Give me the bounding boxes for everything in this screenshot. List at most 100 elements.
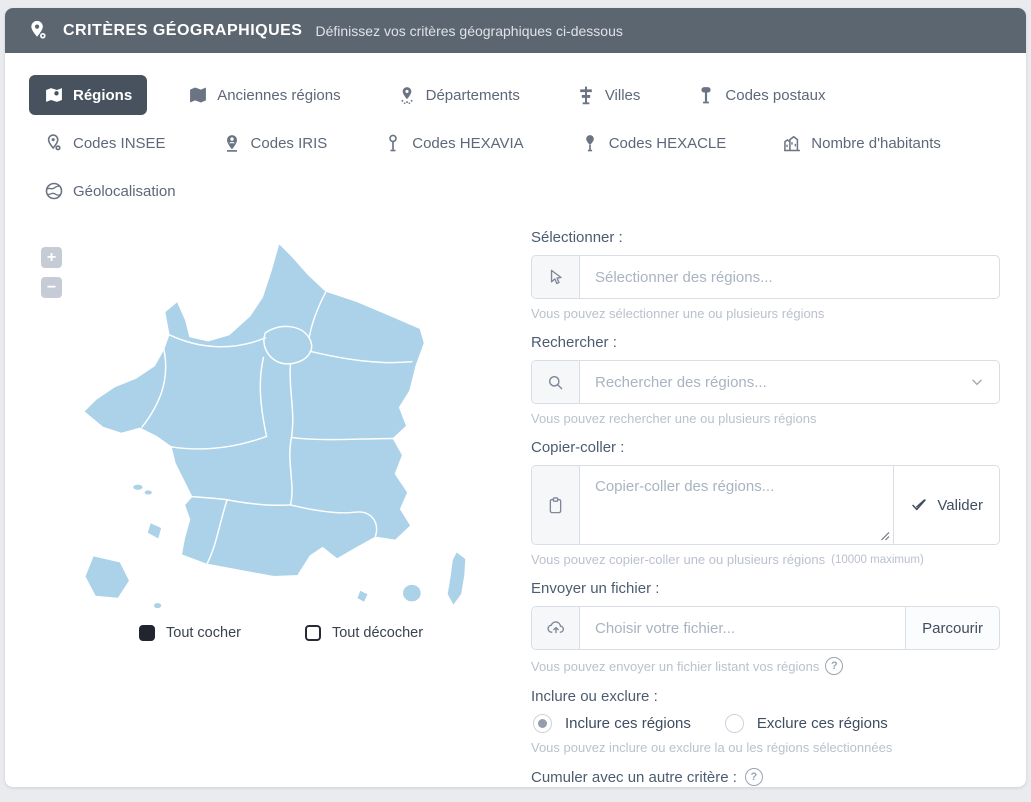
map-zoom-out-button[interactable]: −	[41, 277, 62, 298]
tab-codes-postaux[interactable]: Codes postaux	[681, 75, 840, 115]
radio-unselected-icon[interactable]	[725, 714, 744, 733]
map-check-controls: Tout cocher Tout décocher	[139, 625, 503, 641]
tab-label: Départements	[426, 87, 520, 104]
check-icon	[910, 496, 928, 514]
validate-button-label: Valider	[937, 497, 983, 514]
combine-label: Cumuler avec un autre critère :	[531, 768, 1000, 786]
tab-label: Anciennes régions	[217, 87, 340, 104]
include-option-label: Inclure ces régions	[565, 715, 691, 732]
tab-label: Codes HEXACLE	[609, 135, 727, 152]
upload-section: Envoyer un fichier : Parcourir Vous pouv	[531, 580, 1000, 675]
street-lamp-icon	[383, 133, 403, 153]
paste-help: Vous pouvez copier-coller une ou plusieu…	[531, 552, 1000, 567]
paste-section: Copier-coller :	[531, 439, 1000, 567]
upload-help: Vous pouvez envoyer un fichier listant v…	[531, 657, 1000, 675]
main-content: + −	[5, 215, 1026, 787]
tab-codes-hexavia[interactable]: Codes HEXAVIA	[368, 123, 538, 163]
tab-label: Codes HEXAVIA	[412, 135, 523, 152]
cloud-upload-icon	[532, 607, 580, 649]
include-exclude-options: Inclure ces régions Exclure ces régions	[533, 714, 1000, 733]
clipboard-icon	[532, 466, 580, 544]
select-regions-input[interactable]	[580, 256, 999, 298]
panel-subtitle: Définissez vos critères géographiques ci…	[315, 23, 622, 39]
tab-nombre-habitants[interactable]: Nombre d'habitants	[767, 123, 956, 163]
combine-section: Cumuler avec un autre critère : Vous pou…	[531, 768, 1000, 787]
pointer-icon	[532, 256, 580, 298]
paste-label: Copier-coller :	[531, 439, 1000, 456]
combine-label-text: Cumuler avec un autre critère :	[531, 769, 737, 786]
select-input-group	[531, 255, 1000, 299]
exclude-option-label: Exclure ces régions	[757, 715, 888, 732]
tab-label: Géolocalisation	[73, 183, 176, 200]
tab-geolocalisation[interactable]: Géolocalisation	[29, 171, 191, 211]
pin-stick-icon	[580, 133, 600, 153]
search-label: Rechercher :	[531, 334, 1000, 351]
include-option[interactable]: Inclure ces régions	[533, 714, 691, 733]
resize-handle-icon[interactable]	[880, 531, 890, 541]
uncheck-all-label: Tout décocher	[332, 625, 423, 641]
include-exclude-section: Inclure ou exclure : Inclure ces régions…	[531, 688, 1000, 755]
upload-label: Envoyer un fichier :	[531, 580, 1000, 597]
search-input-group	[531, 360, 1000, 404]
select-section: Sélectionner : Vous pouvez sélectionner …	[531, 229, 1000, 321]
help-question-icon[interactable]	[825, 657, 843, 675]
tab-label: Codes postaux	[725, 87, 825, 104]
folded-map-icon	[188, 85, 208, 105]
pin-dots-icon	[397, 85, 417, 105]
search-section: Rechercher : Vous pouvez rechercher u	[531, 334, 1000, 426]
tab-label: Villes	[605, 87, 641, 104]
tab-codes-iris[interactable]: Codes IRIS	[207, 123, 343, 163]
tab-bar: Régions Anciennes régions Départements	[5, 53, 1026, 215]
upload-help-text: Vous pouvez envoyer un fichier listant v…	[531, 659, 819, 674]
select-label: Sélectionner :	[531, 229, 1000, 246]
paste-help-text: Vous pouvez copier-coller une ou plusieu…	[531, 552, 825, 567]
map-zoom-in-button[interactable]: +	[41, 247, 62, 268]
upload-input-group: Parcourir	[531, 606, 1000, 650]
browse-button[interactable]: Parcourir	[905, 607, 999, 649]
check-all-label: Tout cocher	[166, 625, 241, 641]
search-regions-input[interactable]	[580, 361, 955, 403]
exclude-option[interactable]: Exclure ces régions	[725, 714, 888, 733]
search-help: Vous pouvez rechercher une ou plusieurs …	[531, 411, 1000, 426]
tab-label: Codes IRIS	[251, 135, 328, 152]
combine-question-icon[interactable]	[745, 768, 763, 786]
city-icon	[782, 133, 802, 153]
person-pin-icon	[222, 133, 242, 153]
paste-input-group: Valider	[531, 465, 1000, 545]
tab-label: Codes INSEE	[73, 135, 166, 152]
panel-header: CRITÈRES GÉOGRAPHIQUES Définissez vos cr…	[5, 8, 1026, 53]
validate-button[interactable]: Valider	[893, 466, 999, 544]
tab-departements[interactable]: Départements	[382, 75, 535, 115]
uncheck-all-control[interactable]: Tout décocher	[305, 625, 423, 641]
select-help: Vous pouvez sélectionner une ou plusieur…	[531, 306, 1000, 321]
tab-anciennes-regions[interactable]: Anciennes régions	[173, 75, 355, 115]
include-exclude-label: Inclure ou exclure :	[531, 688, 1000, 705]
tab-villes[interactable]: Villes	[561, 75, 656, 115]
tab-regions[interactable]: Régions	[29, 75, 147, 115]
tab-codes-hexacle[interactable]: Codes HEXACLE	[565, 123, 742, 163]
globe-icon	[44, 181, 64, 201]
tab-label: Régions	[73, 87, 132, 104]
radio-selected-icon[interactable]	[533, 714, 552, 733]
geo-criteria-panel: CRITÈRES GÉOGRAPHIQUES Définissez vos cr…	[5, 8, 1026, 787]
signpost-icon	[576, 85, 596, 105]
browse-button-label: Parcourir	[922, 620, 983, 637]
france-map[interactable]	[61, 233, 497, 617]
map-icon	[44, 85, 64, 105]
paste-regions-textarea[interactable]	[580, 466, 893, 544]
criteria-form: Sélectionner : Vous pouvez sélectionner …	[503, 221, 1000, 787]
map-pin-gear-icon	[27, 19, 50, 42]
file-input[interactable]	[580, 607, 905, 649]
include-exclude-help: Vous pouvez inclure ou exclure la ou les…	[531, 740, 1000, 755]
check-all-control[interactable]: Tout cocher	[139, 625, 241, 641]
tab-codes-insee[interactable]: Codes INSEE	[29, 123, 181, 163]
chevron-down-icon[interactable]	[955, 361, 999, 403]
paste-help-limit: (10000 maximum)	[831, 554, 924, 566]
map-panel: + −	[35, 221, 503, 787]
pin-gear-icon	[44, 133, 64, 153]
unchecked-checkbox-icon[interactable]	[305, 625, 321, 641]
checked-checkbox-icon[interactable]	[139, 625, 155, 641]
paste-textarea-wrap	[580, 466, 893, 544]
milestone-icon	[696, 85, 716, 105]
tab-label: Nombre d'habitants	[811, 135, 941, 152]
